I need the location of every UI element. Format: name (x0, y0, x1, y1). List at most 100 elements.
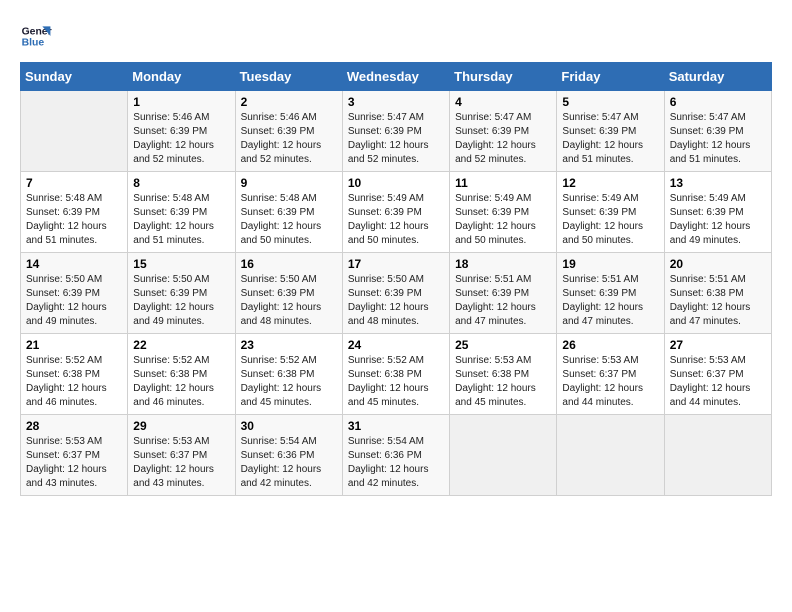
calendar-cell: 25 Sunrise: 5:53 AMSunset: 6:38 PMDaylig… (450, 334, 557, 415)
calendar-cell: 20 Sunrise: 5:51 AMSunset: 6:38 PMDaylig… (664, 253, 771, 334)
day-info: Sunrise: 5:52 AMSunset: 6:38 PMDaylight:… (26, 355, 107, 408)
calendar-cell: 28 Sunrise: 5:53 AMSunset: 6:37 PMDaylig… (21, 415, 128, 496)
day-number: 7 (26, 176, 122, 190)
calendar-cell: 30 Sunrise: 5:54 AMSunset: 6:36 PMDaylig… (235, 415, 342, 496)
day-info: Sunrise: 5:54 AMSunset: 6:36 PMDaylight:… (241, 436, 322, 489)
day-number: 30 (241, 419, 337, 433)
day-info: Sunrise: 5:50 AMSunset: 6:39 PMDaylight:… (241, 274, 322, 327)
day-info: Sunrise: 5:49 AMSunset: 6:39 PMDaylight:… (348, 193, 429, 246)
weekday-header: Friday (557, 63, 664, 91)
day-info: Sunrise: 5:50 AMSunset: 6:39 PMDaylight:… (26, 274, 107, 327)
weekday-header: Tuesday (235, 63, 342, 91)
day-info: Sunrise: 5:53 AMSunset: 6:37 PMDaylight:… (133, 436, 214, 489)
day-info: Sunrise: 5:51 AMSunset: 6:39 PMDaylight:… (455, 274, 536, 327)
calendar-cell: 21 Sunrise: 5:52 AMSunset: 6:38 PMDaylig… (21, 334, 128, 415)
calendar-cell: 15 Sunrise: 5:50 AMSunset: 6:39 PMDaylig… (128, 253, 235, 334)
svg-text:Blue: Blue (22, 38, 45, 49)
calendar-cell: 5 Sunrise: 5:47 AMSunset: 6:39 PMDayligh… (557, 91, 664, 172)
day-number: 5 (562, 95, 658, 109)
day-info: Sunrise: 5:53 AMSunset: 6:37 PMDaylight:… (26, 436, 107, 489)
calendar-cell (557, 415, 664, 496)
calendar-week-row: 28 Sunrise: 5:53 AMSunset: 6:37 PMDaylig… (21, 415, 772, 496)
calendar-cell: 26 Sunrise: 5:53 AMSunset: 6:37 PMDaylig… (557, 334, 664, 415)
day-info: Sunrise: 5:53 AMSunset: 6:37 PMDaylight:… (670, 355, 751, 408)
calendar-cell: 17 Sunrise: 5:50 AMSunset: 6:39 PMDaylig… (342, 253, 449, 334)
calendar: SundayMondayTuesdayWednesdayThursdayFrid… (20, 62, 772, 496)
day-info: Sunrise: 5:49 AMSunset: 6:39 PMDaylight:… (455, 193, 536, 246)
day-number: 17 (348, 257, 444, 271)
calendar-cell: 6 Sunrise: 5:47 AMSunset: 6:39 PMDayligh… (664, 91, 771, 172)
header: General Blue (20, 20, 772, 52)
calendar-cell (21, 91, 128, 172)
day-info: Sunrise: 5:49 AMSunset: 6:39 PMDaylight:… (562, 193, 643, 246)
day-info: Sunrise: 5:51 AMSunset: 6:39 PMDaylight:… (562, 274, 643, 327)
calendar-cell: 29 Sunrise: 5:53 AMSunset: 6:37 PMDaylig… (128, 415, 235, 496)
day-number: 20 (670, 257, 766, 271)
logo-icon: General Blue (20, 20, 52, 52)
calendar-cell (450, 415, 557, 496)
day-info: Sunrise: 5:50 AMSunset: 6:39 PMDaylight:… (348, 274, 429, 327)
calendar-cell: 23 Sunrise: 5:52 AMSunset: 6:38 PMDaylig… (235, 334, 342, 415)
day-info: Sunrise: 5:53 AMSunset: 6:37 PMDaylight:… (562, 355, 643, 408)
calendar-cell: 9 Sunrise: 5:48 AMSunset: 6:39 PMDayligh… (235, 172, 342, 253)
day-info: Sunrise: 5:48 AMSunset: 6:39 PMDaylight:… (133, 193, 214, 246)
day-number: 16 (241, 257, 337, 271)
calendar-header-row: SundayMondayTuesdayWednesdayThursdayFrid… (21, 63, 772, 91)
day-info: Sunrise: 5:51 AMSunset: 6:38 PMDaylight:… (670, 274, 751, 327)
day-number: 2 (241, 95, 337, 109)
calendar-cell: 24 Sunrise: 5:52 AMSunset: 6:38 PMDaylig… (342, 334, 449, 415)
day-number: 29 (133, 419, 229, 433)
calendar-week-row: 7 Sunrise: 5:48 AMSunset: 6:39 PMDayligh… (21, 172, 772, 253)
calendar-cell: 22 Sunrise: 5:52 AMSunset: 6:38 PMDaylig… (128, 334, 235, 415)
calendar-cell: 18 Sunrise: 5:51 AMSunset: 6:39 PMDaylig… (450, 253, 557, 334)
day-number: 25 (455, 338, 551, 352)
day-number: 28 (26, 419, 122, 433)
day-number: 10 (348, 176, 444, 190)
calendar-cell: 1 Sunrise: 5:46 AMSunset: 6:39 PMDayligh… (128, 91, 235, 172)
day-info: Sunrise: 5:47 AMSunset: 6:39 PMDaylight:… (562, 112, 643, 165)
calendar-cell: 8 Sunrise: 5:48 AMSunset: 6:39 PMDayligh… (128, 172, 235, 253)
logo: General Blue (20, 20, 52, 52)
day-info: Sunrise: 5:48 AMSunset: 6:39 PMDaylight:… (241, 193, 322, 246)
day-number: 8 (133, 176, 229, 190)
day-info: Sunrise: 5:48 AMSunset: 6:39 PMDaylight:… (26, 193, 107, 246)
weekday-header: Sunday (21, 63, 128, 91)
day-number: 4 (455, 95, 551, 109)
calendar-cell: 13 Sunrise: 5:49 AMSunset: 6:39 PMDaylig… (664, 172, 771, 253)
day-info: Sunrise: 5:46 AMSunset: 6:39 PMDaylight:… (241, 112, 322, 165)
day-number: 23 (241, 338, 337, 352)
calendar-week-row: 1 Sunrise: 5:46 AMSunset: 6:39 PMDayligh… (21, 91, 772, 172)
day-number: 6 (670, 95, 766, 109)
day-info: Sunrise: 5:49 AMSunset: 6:39 PMDaylight:… (670, 193, 751, 246)
calendar-cell: 14 Sunrise: 5:50 AMSunset: 6:39 PMDaylig… (21, 253, 128, 334)
day-number: 1 (133, 95, 229, 109)
day-info: Sunrise: 5:53 AMSunset: 6:38 PMDaylight:… (455, 355, 536, 408)
day-info: Sunrise: 5:52 AMSunset: 6:38 PMDaylight:… (348, 355, 429, 408)
calendar-cell: 16 Sunrise: 5:50 AMSunset: 6:39 PMDaylig… (235, 253, 342, 334)
calendar-body: 1 Sunrise: 5:46 AMSunset: 6:39 PMDayligh… (21, 91, 772, 496)
day-number: 18 (455, 257, 551, 271)
day-info: Sunrise: 5:47 AMSunset: 6:39 PMDaylight:… (670, 112, 751, 165)
day-number: 12 (562, 176, 658, 190)
calendar-cell: 7 Sunrise: 5:48 AMSunset: 6:39 PMDayligh… (21, 172, 128, 253)
day-number: 26 (562, 338, 658, 352)
calendar-cell: 3 Sunrise: 5:47 AMSunset: 6:39 PMDayligh… (342, 91, 449, 172)
calendar-cell: 27 Sunrise: 5:53 AMSunset: 6:37 PMDaylig… (664, 334, 771, 415)
calendar-week-row: 21 Sunrise: 5:52 AMSunset: 6:38 PMDaylig… (21, 334, 772, 415)
calendar-cell: 12 Sunrise: 5:49 AMSunset: 6:39 PMDaylig… (557, 172, 664, 253)
weekday-header: Monday (128, 63, 235, 91)
day-info: Sunrise: 5:50 AMSunset: 6:39 PMDaylight:… (133, 274, 214, 327)
day-number: 3 (348, 95, 444, 109)
day-number: 19 (562, 257, 658, 271)
weekday-header: Thursday (450, 63, 557, 91)
calendar-week-row: 14 Sunrise: 5:50 AMSunset: 6:39 PMDaylig… (21, 253, 772, 334)
calendar-cell: 31 Sunrise: 5:54 AMSunset: 6:36 PMDaylig… (342, 415, 449, 496)
weekday-header: Wednesday (342, 63, 449, 91)
day-number: 9 (241, 176, 337, 190)
day-number: 14 (26, 257, 122, 271)
day-number: 22 (133, 338, 229, 352)
calendar-cell (664, 415, 771, 496)
day-number: 24 (348, 338, 444, 352)
day-info: Sunrise: 5:54 AMSunset: 6:36 PMDaylight:… (348, 436, 429, 489)
calendar-cell: 19 Sunrise: 5:51 AMSunset: 6:39 PMDaylig… (557, 253, 664, 334)
